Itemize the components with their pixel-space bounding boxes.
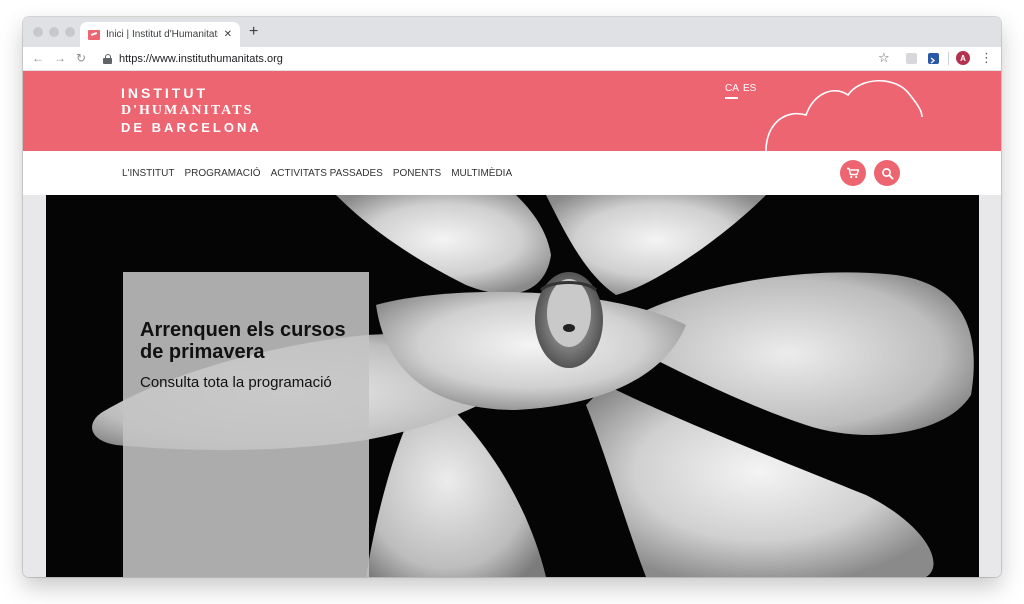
- cart-icon: [847, 167, 860, 179]
- new-tab-button[interactable]: +: [249, 24, 258, 40]
- site-nav: L'INSTITUT PROGRAMACIÓ ACTIVITATS PASSAD…: [23, 151, 1001, 195]
- language-es-link[interactable]: ES: [743, 83, 756, 94]
- tab-close-icon[interactable]: ✕: [224, 29, 232, 40]
- more-vert-icon[interactable]: ⋮: [980, 49, 993, 67]
- profile-avatar[interactable]: A: [956, 51, 970, 65]
- logo-line-1: INSTITUT: [121, 85, 208, 101]
- window-close-button[interactable]: [33, 27, 43, 37]
- cart-button[interactable]: [840, 160, 866, 186]
- logo-line-3: DE BARCELONA: [121, 120, 262, 135]
- extension-terminal-icon[interactable]: [928, 53, 939, 64]
- browser-toolbar: ← → ↻ https://www.instituthumanitats.org…: [23, 47, 1001, 71]
- nav-item-multimedia[interactable]: MULTIMÈDIA: [451, 168, 512, 179]
- address-bar[interactable]: https://www.instituthumanitats.org: [97, 49, 893, 68]
- tab-strip: Inici | Institut d'Humanitats de Barcelo…: [23, 17, 1001, 47]
- hero-card[interactable]: Arrenquen els cursos de primavera Consul…: [123, 272, 369, 577]
- toolbar-divider: [948, 52, 949, 65]
- tab-title: Inici | Institut d'Humanitats de Barcelo…: [106, 29, 218, 40]
- browser-tab[interactable]: Inici | Institut d'Humanitats de Barcelo…: [80, 22, 240, 47]
- lock-icon: [103, 53, 112, 64]
- language-ca-link[interactable]: CA: [725, 83, 739, 94]
- site-logo[interactable]: INSTITUT D'HUMANITATS DE BARCELONA: [121, 85, 262, 136]
- extension-icon[interactable]: [906, 53, 917, 64]
- window-zoom-button[interactable]: [65, 27, 75, 37]
- search-icon: [881, 167, 893, 179]
- hero-banner[interactable]: Arrenquen els cursos de primavera Consul…: [46, 195, 979, 577]
- forward-arrow-icon[interactable]: →: [54, 50, 66, 66]
- nav-item-ponents[interactable]: PONENTS: [393, 168, 441, 179]
- nav-item-institut[interactable]: L'INSTITUT: [122, 168, 174, 179]
- browser-window: Inici | Institut d'Humanitats de Barcelo…: [23, 17, 1001, 577]
- hero-title[interactable]: Arrenquen els cursos de primavera: [140, 319, 365, 363]
- back-arrow-icon[interactable]: ←: [32, 50, 44, 66]
- search-button[interactable]: [874, 160, 900, 186]
- site-favicon-icon: [88, 29, 100, 40]
- main-menu: L'INSTITUT PROGRAMACIÓ ACTIVITATS PASSAD…: [122, 151, 512, 195]
- hero-subtitle-link[interactable]: Consulta tota la programació: [140, 374, 332, 391]
- site-header: INSTITUT D'HUMANITATS DE BARCELONA CA ES: [23, 71, 1001, 151]
- active-language-indicator: [725, 97, 738, 99]
- cloud-decoration-icon: [765, 79, 923, 151]
- reload-icon[interactable]: ↻: [76, 50, 86, 66]
- nav-item-programacio[interactable]: PROGRAMACIÓ: [184, 168, 260, 179]
- nav-item-activitats-passades[interactable]: ACTIVITATS PASSADES: [271, 168, 383, 179]
- url-text[interactable]: https://www.instituthumanitats.org: [119, 53, 283, 65]
- logo-line-2: D'HUMANITATS: [121, 103, 254, 118]
- bookmark-star-icon[interactable]: ☆: [878, 50, 890, 66]
- window-minimize-button[interactable]: [49, 27, 59, 37]
